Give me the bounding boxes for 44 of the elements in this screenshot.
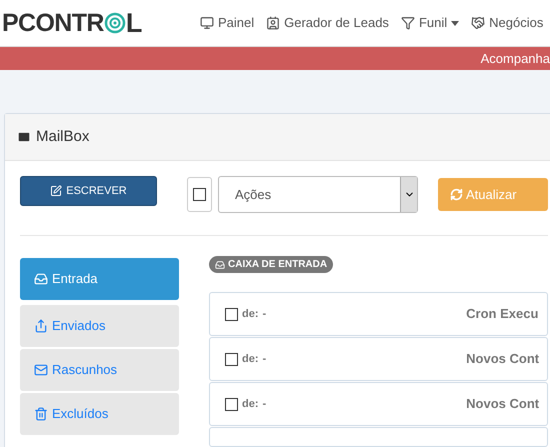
compose-button[interactable]: ESCREVER xyxy=(20,176,157,206)
folder-tab[interactable]: Enviados xyxy=(20,305,179,347)
sender-text: - xyxy=(262,306,266,322)
inbox-icon xyxy=(215,260,225,270)
nav-link[interactable]: Painel xyxy=(200,13,254,33)
message-row[interactable]: de: - Cron Execu xyxy=(209,292,548,336)
checkbox[interactable] xyxy=(225,308,238,320)
nav-link[interactable]: Funil xyxy=(400,13,460,33)
refresh-icon xyxy=(450,188,463,201)
subject-text: Novos Cont xyxy=(466,395,540,414)
nav-link[interactable]: Gerador de Leads xyxy=(266,13,389,33)
select-all-toggle[interactable] xyxy=(187,177,212,212)
nav-link[interactable]: Negócios xyxy=(471,13,544,33)
handshake-icon xyxy=(471,16,486,30)
actions-select[interactable]: Ações xyxy=(218,176,418,213)
sender-label: de: xyxy=(242,306,258,322)
folder-tab[interactable]: Rascunhos xyxy=(20,349,179,391)
sender-text: - xyxy=(262,396,266,412)
checkbox[interactable] xyxy=(193,188,206,201)
logo-ring-icon xyxy=(104,12,126,34)
contact-icon xyxy=(266,16,280,30)
filter-icon xyxy=(400,16,415,30)
sender-text: - xyxy=(262,352,266,367)
logo-text: L xyxy=(126,10,142,36)
sender-label: de: xyxy=(242,396,258,412)
folder-tab[interactable]: Excluídos xyxy=(20,393,179,435)
message-row[interactable]: de: - Novos Cont xyxy=(209,382,548,426)
subject-text: Novos Cont xyxy=(466,350,540,368)
checkbox[interactable] xyxy=(225,398,238,410)
logo-text: PCONTR xyxy=(2,10,104,36)
inbox-icon xyxy=(34,272,48,286)
subject-text: Cron Execu xyxy=(466,305,538,324)
edit-icon xyxy=(50,185,62,197)
monitor-icon xyxy=(200,16,214,30)
checkbox[interactable] xyxy=(225,352,238,366)
folder-tab[interactable]: Entrada xyxy=(20,258,179,300)
sent-icon xyxy=(34,319,48,333)
folder-badge: CAIXA DE ENTRADA xyxy=(209,256,334,273)
sender-label: de: xyxy=(242,352,258,367)
message-row[interactable]: de: - Novos Cont xyxy=(209,337,548,381)
announcement-text: Acompanha xyxy=(480,50,550,68)
panel-title: MailBox xyxy=(36,126,90,147)
trash-icon xyxy=(34,407,48,421)
drafts-icon xyxy=(34,363,48,377)
